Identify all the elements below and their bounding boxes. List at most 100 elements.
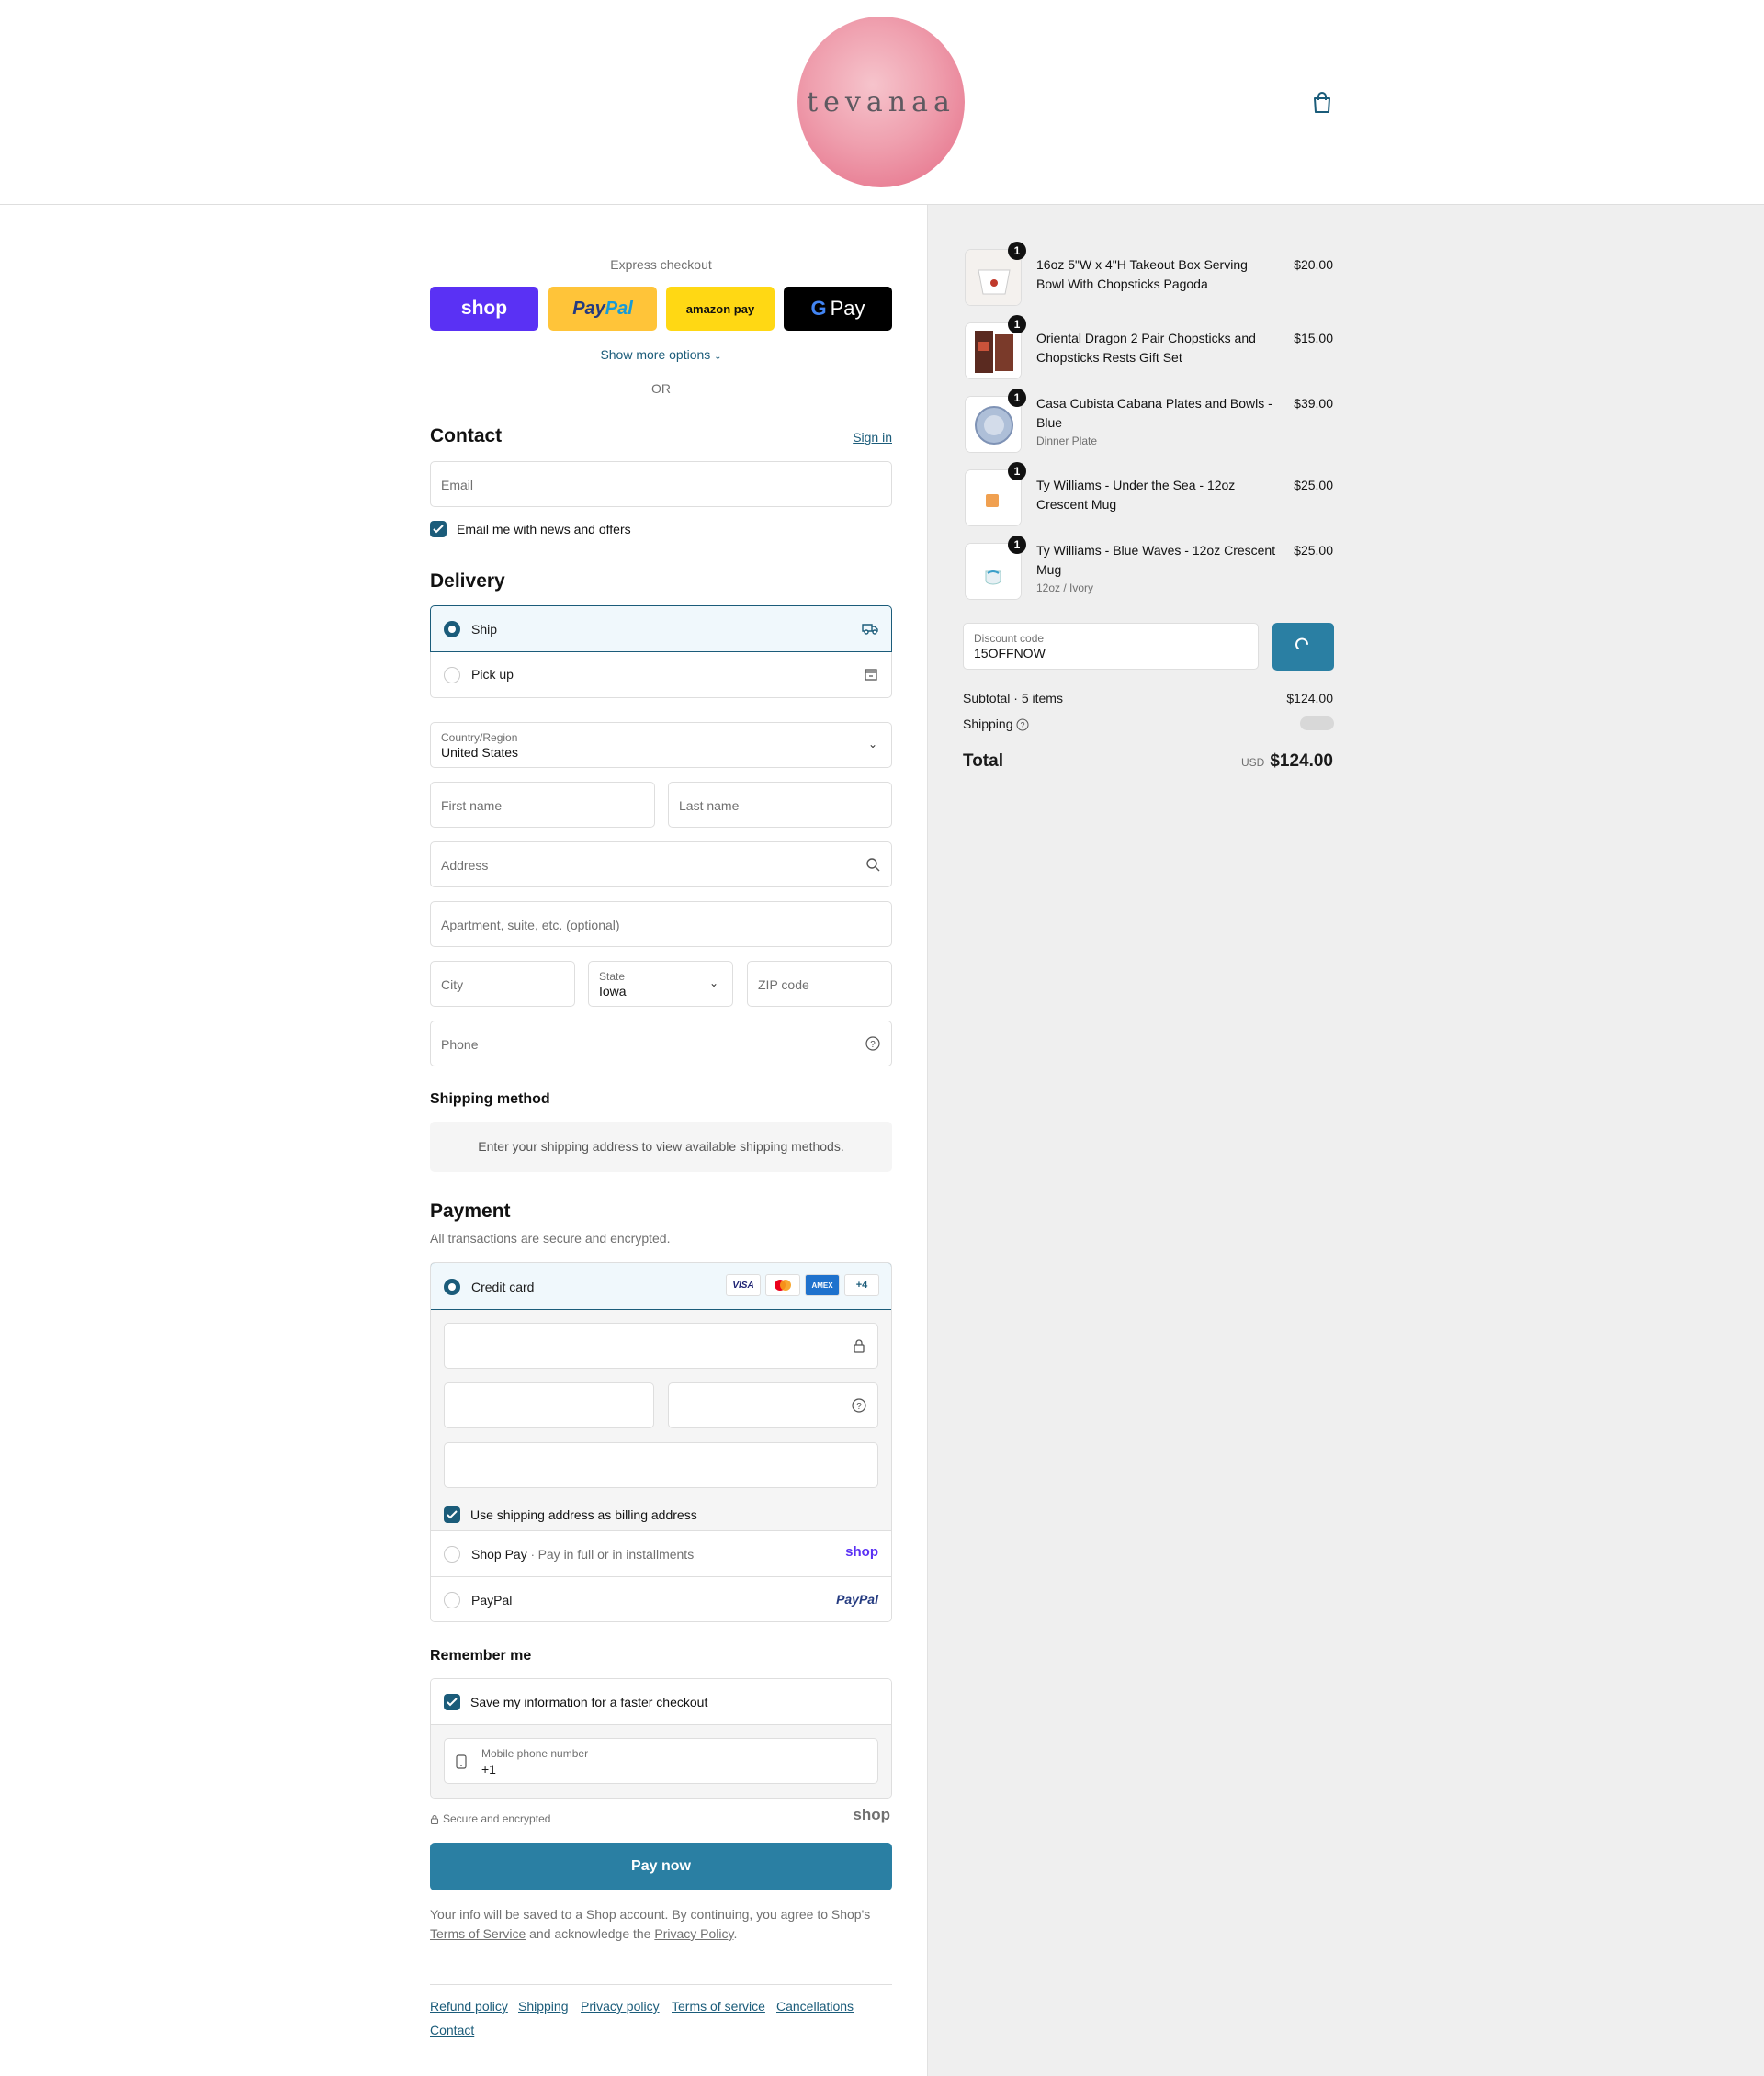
payment-heading: Payment bbox=[430, 1201, 511, 1222]
item-name: 16oz 5"W x 4"H Takeout Box Serving Bowl … bbox=[1036, 257, 1248, 291]
email-news-checkbox[interactable] bbox=[430, 521, 447, 537]
cart-icon[interactable] bbox=[1312, 92, 1332, 114]
remember-me-group: Save my information for a faster checkou… bbox=[430, 1678, 892, 1799]
terms-of-service-footer-link[interactable]: Terms of service bbox=[672, 1999, 765, 2014]
remember-me-heading: Remember me bbox=[430, 1648, 532, 1664]
amazon-pay-button[interactable]: amazon pay bbox=[666, 287, 775, 331]
shipping-pending-placeholder bbox=[1300, 716, 1334, 730]
svg-text:?: ? bbox=[1020, 721, 1024, 730]
visa-icon: VISA bbox=[726, 1274, 761, 1296]
first-name-placeholder: First name bbox=[441, 798, 503, 813]
cancellations-link[interactable]: Cancellations bbox=[776, 1999, 854, 2014]
store-icon bbox=[865, 669, 877, 681]
first-name-field[interactable]: First name bbox=[430, 782, 655, 828]
express-checkout-title: Express checkout bbox=[610, 257, 712, 272]
email-placeholder: Email bbox=[441, 478, 474, 492]
paypal-logo: PayPal bbox=[836, 1592, 878, 1607]
pickup-radio[interactable] bbox=[444, 667, 460, 683]
privacy-policy-footer-link[interactable]: Privacy policy bbox=[581, 1999, 660, 2014]
credit-card-option[interactable]: Credit card VISA AMEX +4 bbox=[431, 1263, 891, 1310]
mobile-section: Mobile phone number +1 bbox=[431, 1725, 891, 1798]
city-field[interactable]: City bbox=[430, 961, 575, 1007]
phone-field[interactable]: Phone ? bbox=[430, 1021, 892, 1066]
quantity-badge: 1 bbox=[1008, 315, 1026, 333]
zip-code-field[interactable]: ZIP code bbox=[747, 961, 892, 1007]
apartment-field[interactable]: Apartment, suite, etc. (optional) bbox=[430, 901, 892, 947]
chevron-down-icon: ⌄ bbox=[708, 976, 719, 989]
paypal-logo-part: Pal bbox=[605, 298, 633, 319]
contact-link[interactable]: Contact bbox=[430, 2023, 474, 2037]
refund-policy-link[interactable]: Refund policy bbox=[430, 1999, 508, 2014]
brand-logo-text: tevanaa bbox=[807, 86, 956, 118]
shop-pay-label: Shop Pay · Pay in full or in installment… bbox=[471, 1547, 694, 1562]
expiration-date-field[interactable] bbox=[444, 1382, 654, 1428]
ship-option[interactable]: Ship bbox=[430, 605, 892, 652]
shop-pay-option[interactable]: Shop Pay · Pay in full or in installment… bbox=[431, 1530, 891, 1576]
security-code-field[interactable]: ? bbox=[668, 1382, 878, 1428]
legal-text-part: Your info will be saved to a Shop accoun… bbox=[430, 1907, 871, 1922]
pickup-option[interactable]: Pick up bbox=[430, 652, 892, 698]
pay-now-button[interactable]: Pay now bbox=[430, 1843, 892, 1890]
show-more-options-link[interactable]: Show more options ⌄ bbox=[430, 347, 892, 362]
brand-logo[interactable]: tevanaa bbox=[797, 17, 965, 187]
contact-heading: Contact bbox=[430, 425, 503, 446]
lock-icon bbox=[854, 1339, 865, 1353]
quantity-badge: 1 bbox=[1008, 536, 1026, 554]
chevron-down-icon: ⌄ bbox=[714, 352, 722, 362]
credit-card-radio[interactable] bbox=[444, 1279, 460, 1295]
amex-icon: AMEX bbox=[805, 1274, 840, 1296]
item-price: $15.00 bbox=[1294, 331, 1333, 345]
zip-code-placeholder: ZIP code bbox=[758, 977, 809, 992]
terms-of-service-link[interactable]: Terms of Service bbox=[430, 1926, 526, 1941]
ship-radio[interactable] bbox=[444, 621, 460, 637]
paypal-button[interactable]: Pay Pal bbox=[548, 287, 657, 331]
card-number-field[interactable] bbox=[444, 1323, 878, 1369]
privacy-policy-link[interactable]: Privacy Policy bbox=[654, 1926, 733, 1941]
address-field[interactable]: Address bbox=[430, 841, 892, 887]
state-select[interactable]: State Iowa ⌄ bbox=[588, 961, 733, 1007]
email-field[interactable]: Email bbox=[430, 461, 892, 507]
save-info-option[interactable]: Save my information for a faster checkou… bbox=[431, 1679, 891, 1725]
state-label: State bbox=[599, 970, 626, 983]
paypal-option[interactable]: PayPal PayPal bbox=[431, 1576, 891, 1621]
google-pay-label: Pay bbox=[830, 297, 865, 320]
google-pay-button[interactable]: G Pay bbox=[784, 287, 892, 331]
country-select[interactable]: Country/Region United States ⌄ bbox=[430, 722, 892, 768]
shop-pay-desc-separator: · bbox=[530, 1548, 538, 1562]
item-name: Ty Williams - Blue Waves - 12oz Crescent… bbox=[1036, 543, 1276, 577]
show-more-label: Show more options bbox=[600, 347, 711, 362]
paypal-radio[interactable] bbox=[444, 1592, 460, 1608]
legal-text-part: and acknowledge the bbox=[529, 1926, 651, 1941]
country-value: United States bbox=[441, 745, 519, 760]
apply-discount-button[interactable] bbox=[1272, 623, 1334, 671]
footer-divider bbox=[430, 1984, 892, 1985]
email-news-label: Email me with news and offers bbox=[457, 522, 631, 536]
pickup-label: Pick up bbox=[471, 667, 514, 682]
save-info-checkbox[interactable] bbox=[444, 1694, 460, 1710]
discount-code-field[interactable]: Discount code 15OFFNOW bbox=[963, 623, 1259, 670]
billing-same-checkbox[interactable] bbox=[444, 1506, 460, 1523]
shipping-link[interactable]: Shipping bbox=[518, 1999, 569, 2014]
svg-text:?: ? bbox=[870, 1040, 876, 1050]
help-icon[interactable]: ? bbox=[865, 1036, 880, 1051]
check-icon bbox=[447, 1510, 458, 1519]
apartment-placeholder: Apartment, suite, etc. (optional) bbox=[441, 918, 620, 932]
mastercard-icon bbox=[765, 1274, 800, 1296]
chevron-down-icon: ⌄ bbox=[867, 738, 878, 750]
shop-pay-button[interactable]: shop bbox=[430, 287, 538, 331]
sign-in-link[interactable]: Sign in bbox=[853, 430, 892, 445]
item-price: $39.00 bbox=[1294, 396, 1333, 411]
express-checkout-buttons: shop Pay Pal amazon pay G Pay bbox=[430, 287, 892, 331]
legal-text: Your info will be saved to a Shop accoun… bbox=[430, 1905, 892, 1944]
card-form: ? Use shipping address as billing addres… bbox=[431, 1310, 891, 1530]
city-placeholder: City bbox=[441, 977, 464, 992]
help-icon[interactable]: ? bbox=[1016, 718, 1029, 731]
discount-code-value: 15OFFNOW bbox=[974, 646, 1046, 660]
last-name-field[interactable]: Last name bbox=[668, 782, 892, 828]
mobile-phone-field[interactable]: Mobile phone number +1 bbox=[444, 1738, 878, 1784]
item-price: $20.00 bbox=[1294, 257, 1333, 272]
shop-pay-radio[interactable] bbox=[444, 1546, 460, 1563]
name-on-card-field[interactable] bbox=[444, 1442, 878, 1488]
site-header: tevanaa bbox=[0, 0, 1764, 205]
help-icon[interactable]: ? bbox=[852, 1398, 866, 1413]
